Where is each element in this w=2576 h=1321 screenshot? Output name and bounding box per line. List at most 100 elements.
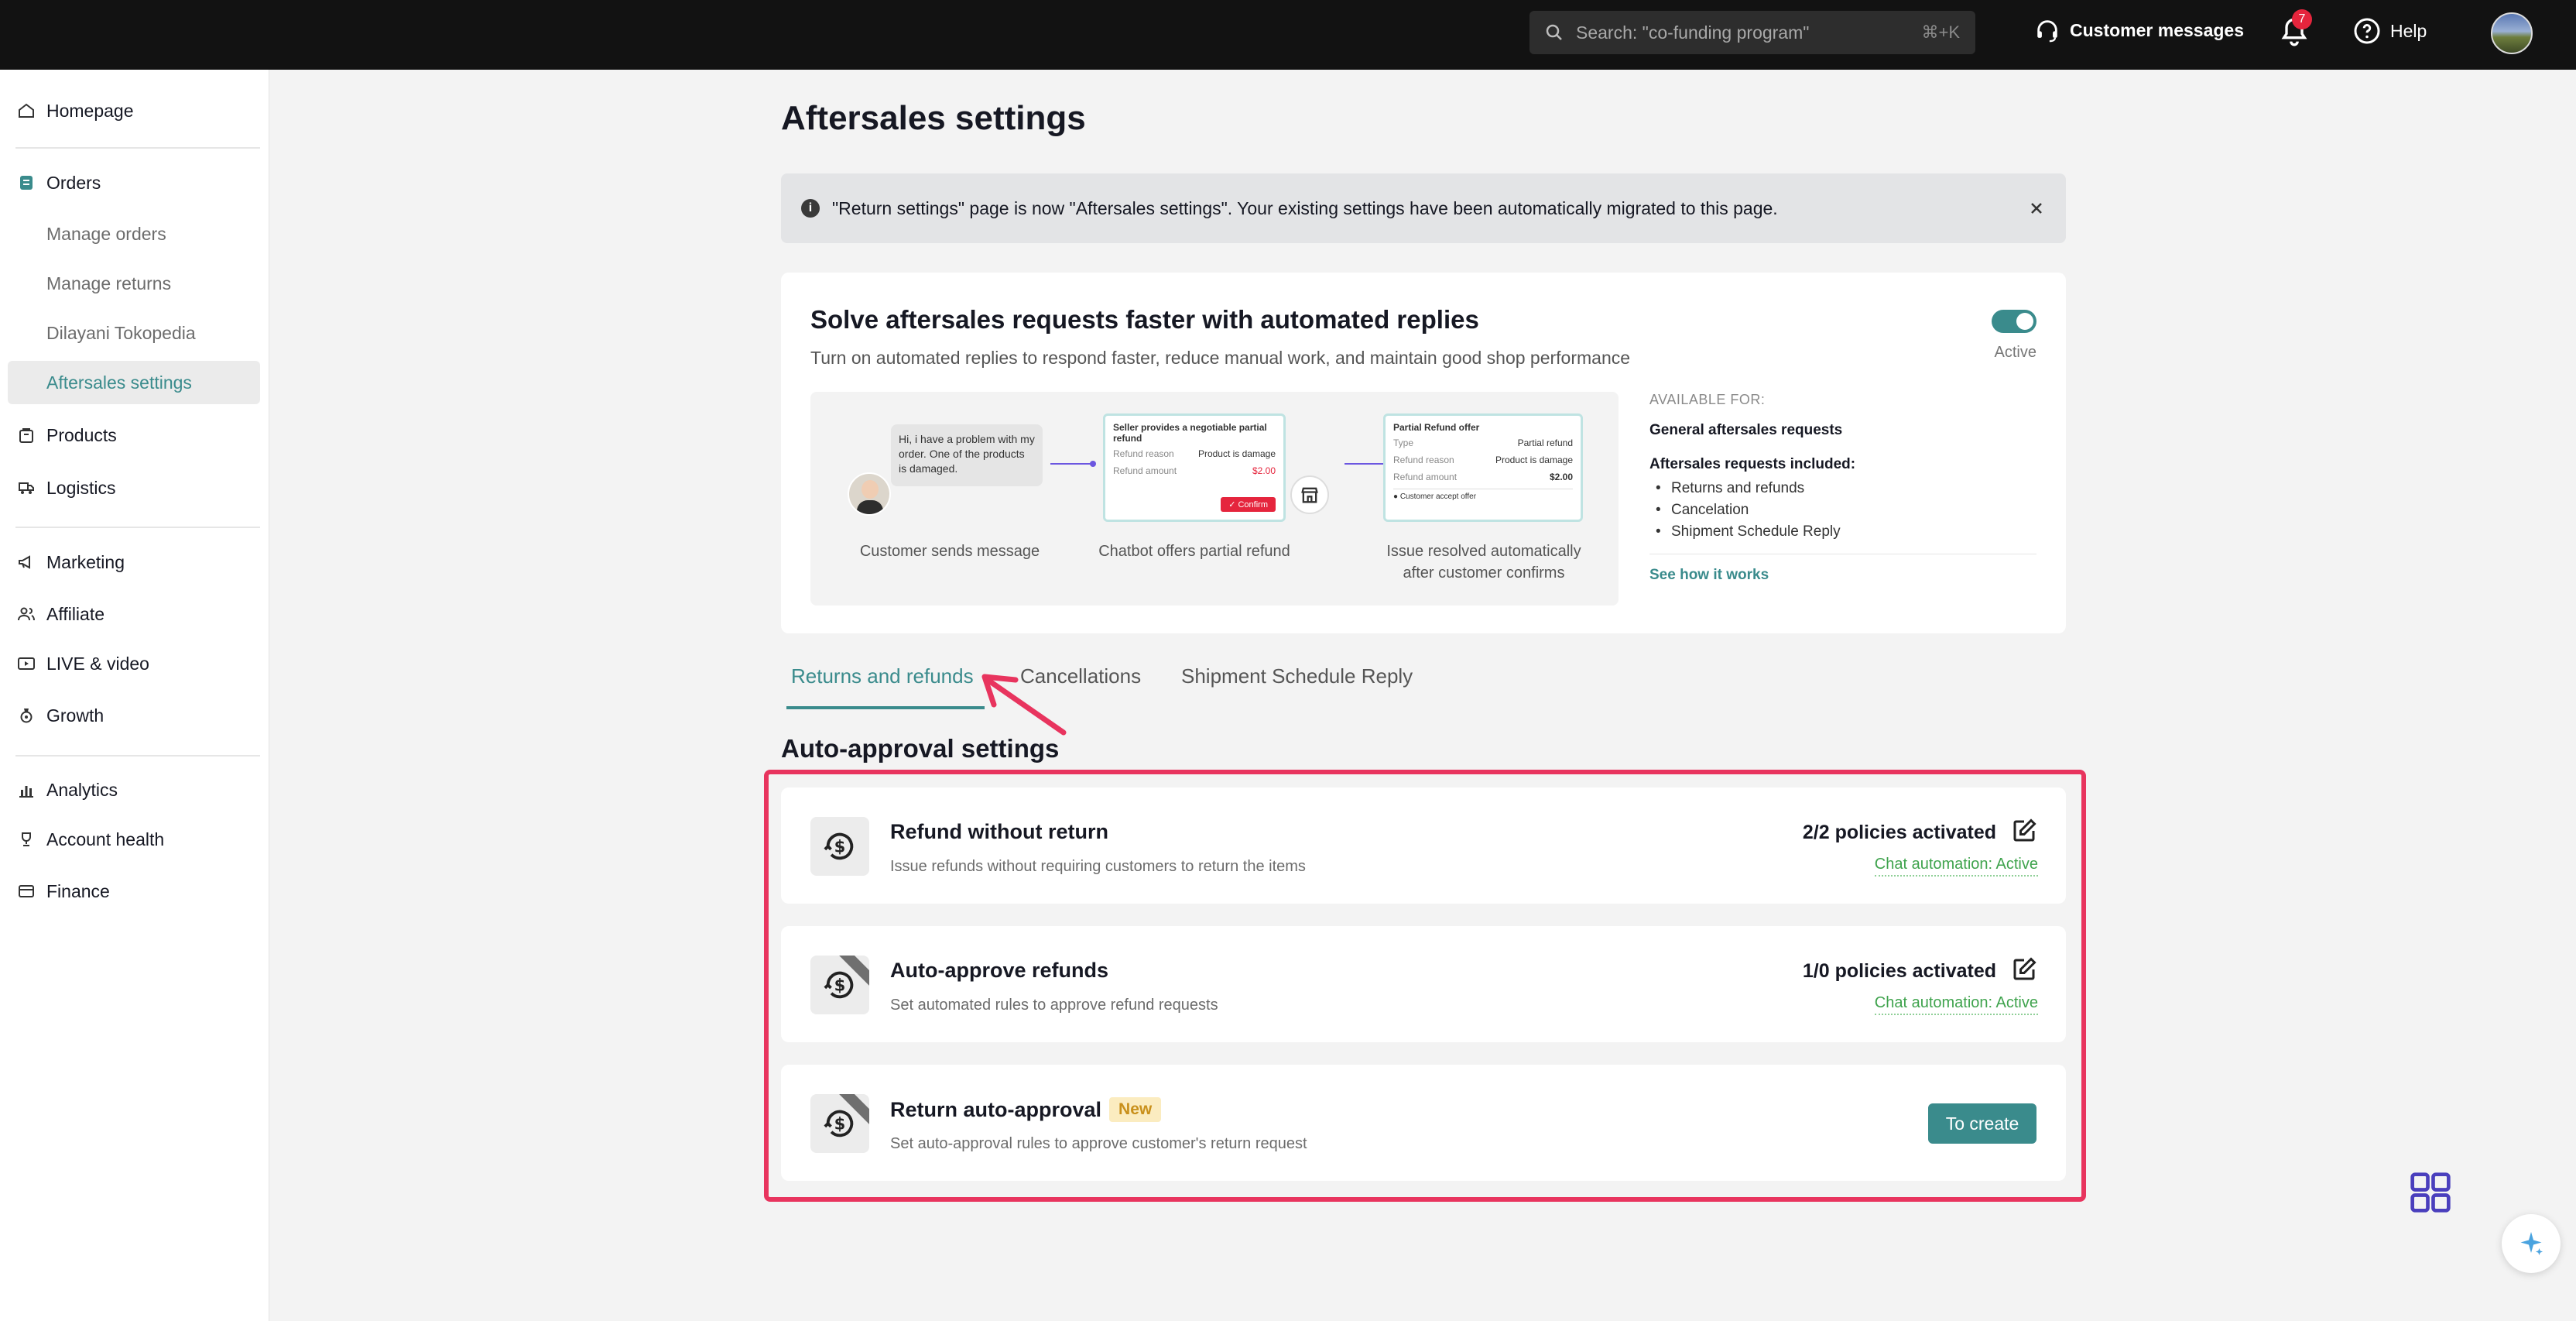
sidebar-item-label: Analytics	[46, 779, 118, 800]
available-for-label: AVAILABLE FOR:	[1649, 392, 1766, 407]
svg-text:$: $	[834, 976, 846, 995]
caption-step-3-line-1: Issue resolved automatically	[1386, 543, 1581, 560]
automation-subtitle: Turn on automated replies to respond fas…	[810, 348, 1631, 368]
confirm-label: Confirm	[1238, 500, 1268, 510]
sidebar-item-label: LIVE & video	[46, 653, 149, 674]
search-icon	[1546, 24, 1562, 40]
search-placeholder: Search: "co-funding program"	[1576, 22, 1810, 43]
policy-card-refund-without-return[interactable]: $ Refund without return Issue refunds wi…	[781, 787, 2066, 904]
store-icon	[1290, 475, 1329, 514]
included-list: Returns and refunds Cancelation Shipment…	[1649, 478, 2036, 543]
top-bar: Search: "co-funding program" ⌘+K Custome…	[0, 0, 2576, 70]
banner-text: "Return settings" page is now "Aftersale…	[832, 197, 1778, 218]
edit-icon[interactable]	[2010, 956, 2038, 983]
resolved-card-title: Partial Refund offer	[1393, 422, 1480, 433]
automation-toggle[interactable]	[1992, 310, 2036, 333]
sidebar-item-logistics[interactable]: Logistics	[8, 466, 260, 510]
policy-title-text: Refund without return	[890, 820, 1108, 843]
caption-step-3-line-2: after customer confirms	[1403, 564, 1565, 582]
wallet-icon	[19, 885, 34, 897]
offer-card-title: Seller provides a negotiable partial ref…	[1113, 422, 1267, 444]
sidebar-item-affiliate[interactable]: Affiliate	[8, 592, 260, 636]
notification-badge: 7	[2292, 9, 2312, 29]
search-shortcut: ⌘+K	[1921, 22, 1960, 42]
flow-line	[1345, 461, 1390, 467]
availability-panel: AVAILABLE FOR: General aftersales reques…	[1649, 392, 2036, 584]
policy-title: Auto-approve refunds	[890, 959, 1108, 983]
to-create-button[interactable]: To create	[1928, 1103, 2036, 1144]
sidebar-item-marketing[interactable]: Marketing	[8, 540, 260, 584]
policy-title: Return auto-approval New	[890, 1097, 1162, 1122]
products-icon	[19, 428, 33, 443]
policy-description: Set auto-approval rules to approve custo…	[890, 1135, 1307, 1152]
policy-title: Refund without return	[890, 820, 1108, 844]
customer-messages-button[interactable]: Customer messages	[2034, 17, 2244, 43]
sidebar-divider	[15, 147, 260, 149]
new-badge: New	[1109, 1097, 1162, 1122]
close-icon[interactable]	[2027, 199, 2046, 218]
automation-title: Solve aftersales requests faster with au…	[810, 305, 1479, 334]
sidebar: Homepage Orders Manage orders Manage ret…	[0, 70, 269, 1321]
apps-grid-icon[interactable]	[2409, 1171, 2452, 1214]
edit-icon[interactable]	[2010, 817, 2038, 845]
search-input[interactable]: Search: "co-funding program" ⌘+K	[1530, 11, 1975, 54]
sidebar-item-products[interactable]: Products	[8, 413, 260, 457]
megaphone-icon	[19, 555, 30, 569]
annotation-arrow-icon	[981, 674, 1067, 736]
users-icon	[18, 607, 35, 621]
sidebar-item-live-video[interactable]: LIVE & video	[8, 642, 260, 685]
chat-bubble: Hi, i have a problem with my order. One …	[891, 424, 1043, 486]
resolved-reason-label: Refund reason	[1393, 455, 1454, 465]
sidebar-item-label: Account health	[46, 829, 165, 849]
sidebar-item-aftersales-settings[interactable]: Aftersales settings	[8, 361, 260, 404]
sidebar-item-dilayani-tokopedia[interactable]: Dilayani Tokopedia	[8, 311, 260, 355]
toggle-label: Active	[1994, 344, 2036, 361]
info-icon: i	[801, 199, 820, 218]
resolved-card: Partial Refund offer Type Partial refund …	[1383, 413, 1583, 522]
policy-title-text: Auto-approve refunds	[890, 959, 1109, 982]
sparkle-icon	[2520, 1232, 2543, 1255]
sidebar-item-growth[interactable]: Growth	[8, 694, 260, 737]
sidebar-item-label: Growth	[46, 705, 104, 726]
sidebar-item-account-health[interactable]: Account health	[8, 818, 260, 861]
sidebar-item-manage-returns[interactable]: Manage returns	[8, 262, 260, 305]
avatar[interactable]	[2491, 12, 2533, 54]
policy-status: 1/0 policies activated	[1802, 960, 1996, 982]
sidebar-item-manage-orders[interactable]: Manage orders	[8, 212, 260, 256]
ai-assistant-button[interactable]	[2502, 1214, 2561, 1273]
list-item: Returns and refunds	[1649, 478, 2036, 499]
sidebar-item-label: Marketing	[46, 551, 125, 572]
tab-shipment-schedule-reply[interactable]: Shipment Schedule Reply	[1181, 664, 1413, 688]
offer-amount-value: $2.00	[1252, 465, 1276, 476]
resolved-reason-value: Product is damage	[1495, 455, 1573, 465]
offer-amount-label: Refund amount	[1113, 465, 1177, 476]
see-how-link[interactable]: See how it works	[1649, 567, 2036, 584]
svg-text:$: $	[834, 837, 846, 856]
sidebar-item-finance[interactable]: Finance	[8, 870, 260, 913]
chat-automation-status[interactable]: Chat automation: Active	[1874, 856, 2038, 877]
resolved-footer: ● Customer accept offer	[1393, 489, 1573, 501]
sidebar-item-label: Homepage	[46, 100, 134, 121]
resolved-type-value: Partial refund	[1517, 437, 1573, 448]
chat-automation-status[interactable]: Chat automation: Active	[1874, 994, 2038, 1015]
automation-illustration: Hi, i have a problem with my order. One …	[810, 392, 1619, 606]
help-button[interactable]: Help	[2353, 17, 2427, 45]
sidebar-item-homepage[interactable]: Homepage	[8, 89, 260, 132]
video-icon	[18, 657, 35, 670]
customer-messages-label: Customer messages	[2070, 19, 2244, 40]
policy-card-return-auto-approval[interactable]: $ Return auto-approval New Set auto-appr…	[781, 1065, 2066, 1181]
customer-avatar	[848, 472, 891, 516]
headset-icon	[2037, 20, 2057, 43]
help-label: Help	[2390, 20, 2427, 41]
svg-text:$: $	[834, 1114, 846, 1134]
sidebar-item-analytics[interactable]: Analytics	[8, 768, 260, 811]
orders-icon	[20, 176, 33, 190]
policy-description: Set automated rules to approve refund re…	[890, 997, 1218, 1014]
policy-card-auto-approve-refunds[interactable]: $ Auto-approve refunds Set automated rul…	[781, 926, 2066, 1042]
refund-icon: $	[810, 1094, 869, 1153]
resolved-amount-label: Refund amount	[1393, 472, 1458, 482]
sidebar-divider	[15, 755, 260, 757]
tab-returns-and-refunds[interactable]: Returns and refunds	[791, 664, 974, 688]
sidebar-item-orders[interactable]: Orders	[8, 161, 260, 204]
home-icon	[19, 103, 34, 118]
